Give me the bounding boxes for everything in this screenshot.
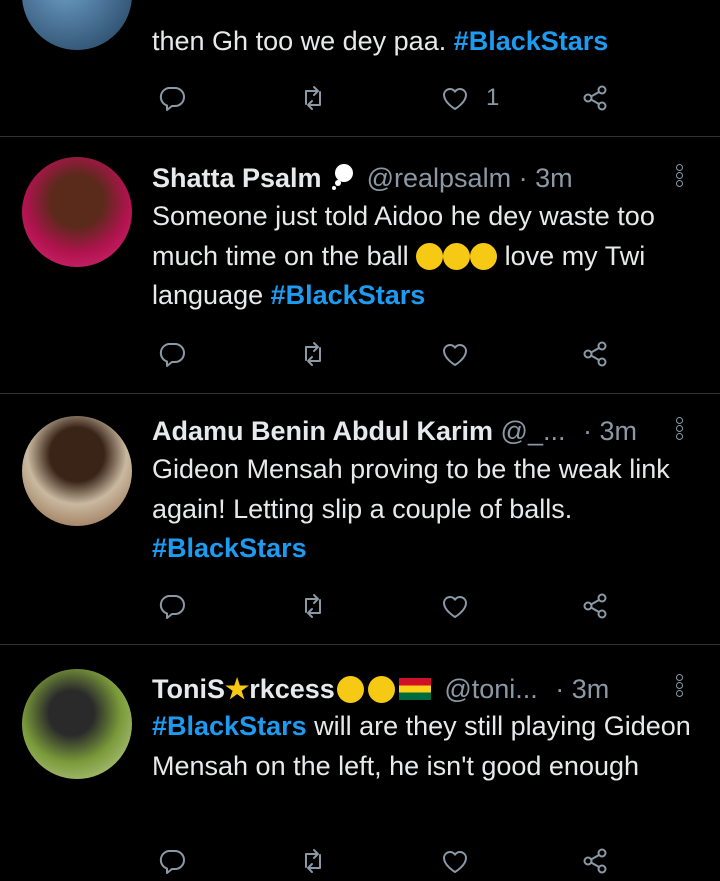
avatar[interactable]	[22, 669, 132, 779]
thought-bubble-icon	[332, 164, 354, 190]
avatar[interactable]	[22, 0, 132, 50]
avatar[interactable]	[22, 416, 132, 526]
tweet-time[interactable]: · 3m	[583, 416, 637, 446]
like-button[interactable]: 1	[440, 78, 499, 118]
like-icon	[443, 596, 467, 618]
tweet-actions	[0, 586, 720, 626]
hashtag-link[interactable]: #BlackStars	[152, 533, 307, 563]
like-icon	[443, 88, 467, 110]
retweet-icon	[305, 86, 321, 110]
author-name[interactable]: Shatta Psalm	[152, 163, 322, 193]
share-icon	[583, 341, 607, 367]
retweet-icon	[305, 594, 321, 618]
share-icon	[583, 593, 607, 619]
more-icon[interactable]	[672, 163, 686, 193]
hashtag-link[interactable]: #BlackStars	[271, 280, 426, 310]
tweet-actions: 1	[0, 78, 720, 118]
share-button[interactable]	[580, 841, 610, 881]
like-button[interactable]	[440, 334, 470, 374]
ghana-flag-icon	[398, 678, 431, 700]
retweet-icon	[305, 849, 321, 873]
tweet-text: then Gh too we dey paa. #BlackStars	[152, 26, 609, 56]
author-handle[interactable]: @toni...	[444, 674, 537, 704]
reply-button[interactable]	[157, 841, 187, 881]
like-count: 1	[486, 84, 500, 111]
share-button[interactable]	[580, 334, 610, 374]
share-icon	[583, 85, 607, 111]
tweet-time[interactable]: · 3m	[555, 674, 609, 704]
tweet[interactable]: then Gh too we dey paa. #BlackStars 1	[0, 0, 720, 137]
hashtag-link[interactable]: #BlackStars	[152, 711, 307, 741]
tweet-text: #BlackStars will are they still playing …	[152, 711, 691, 781]
tweet-text: Gideon Mensah proving to be the weak lin…	[152, 454, 670, 563]
retweet-button[interactable]	[298, 334, 328, 374]
author-name[interactable]: ToniS★rkcess	[152, 674, 431, 704]
reply-button[interactable]	[157, 78, 187, 118]
share-button[interactable]	[580, 586, 610, 626]
reply-icon	[159, 87, 185, 111]
hashtag-link[interactable]: #BlackStars	[454, 26, 609, 56]
tweet[interactable]: Adamu Benin Abdul Karim @_... · 3m Gideo…	[0, 394, 720, 645]
tweet-text: Someone just told Aidoo he dey waste too…	[152, 201, 655, 310]
reply-icon	[159, 850, 185, 874]
tweet-actions	[0, 334, 720, 374]
tweet[interactable]: Shatta Psalm @realpsalm · 3m Someone jus…	[0, 137, 720, 394]
like-button[interactable]	[440, 841, 470, 881]
tweet-actions	[0, 841, 720, 881]
like-icon	[443, 851, 467, 873]
retweet-button[interactable]	[298, 586, 328, 626]
more-icon[interactable]	[672, 416, 686, 446]
author-handle[interactable]: @_...	[501, 416, 566, 446]
author-name[interactable]: Adamu Benin Abdul Karim	[152, 416, 493, 446]
reply-button[interactable]	[157, 334, 187, 374]
avatar[interactable]	[22, 157, 132, 267]
like-icon	[443, 344, 467, 366]
retweet-icon	[305, 342, 321, 366]
reply-icon	[159, 595, 185, 619]
share-icon	[583, 848, 607, 874]
retweet-button[interactable]	[298, 841, 328, 881]
share-button[interactable]	[580, 78, 610, 118]
tweet-time[interactable]: · 3m	[519, 163, 573, 193]
author-handle[interactable]: @realpsalm	[367, 163, 511, 193]
cd-emoji-icon	[335, 674, 395, 704]
laughing-emoji-icon	[409, 241, 498, 271]
retweet-button[interactable]	[298, 78, 328, 118]
more-icon[interactable]	[672, 673, 686, 703]
like-button[interactable]	[440, 586, 470, 626]
star-icon: ★	[224, 674, 250, 704]
reply-icon	[159, 343, 185, 367]
reply-button[interactable]	[157, 586, 187, 626]
tweet[interactable]: ToniS★rkcess @toni... · 3m #BlackStars w…	[0, 645, 720, 881]
